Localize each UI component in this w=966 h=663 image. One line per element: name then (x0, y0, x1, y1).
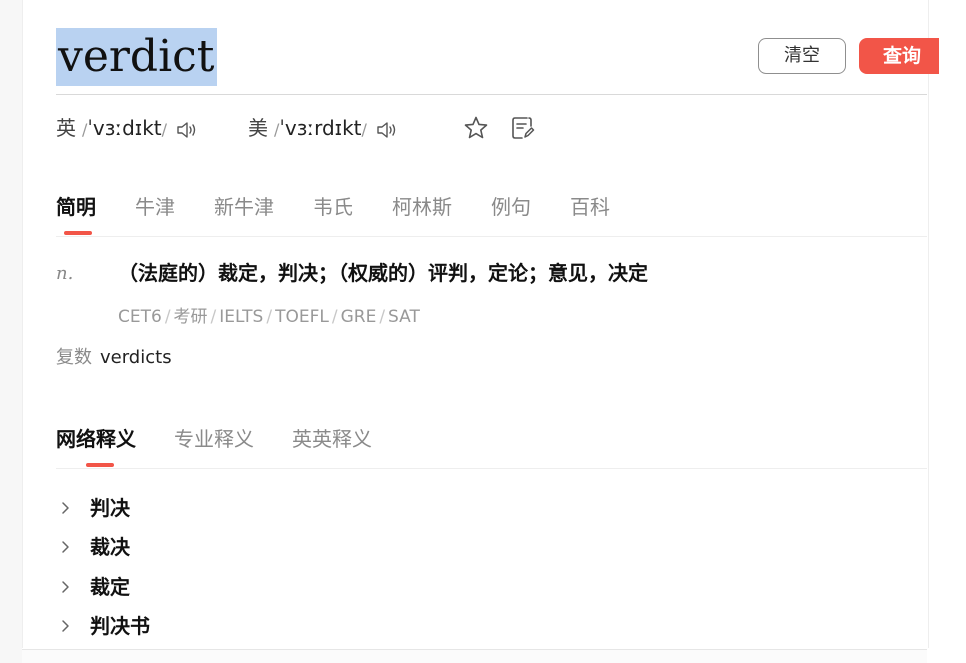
exam-tags: CET6/考研 / IELTS / TOEFL / GRE / SAT (118, 307, 420, 327)
chevron-right-icon (62, 502, 69, 514)
meaning-tabs: 网络释义 专业释义 英英释义 (56, 422, 410, 458)
phonetic-uk: 英/ˈvɜːdɪkt/ (56, 112, 199, 144)
list-item[interactable]: 判决 (56, 488, 150, 528)
list-item[interactable]: 裁定 (56, 567, 150, 607)
dictionary-tabs: 简明 牛津 新牛津 韦氏 柯林斯 例句 百科 (56, 190, 649, 226)
left-gutter (0, 0, 22, 663)
tab-new-oxford[interactable]: 新牛津 (214, 190, 274, 226)
star-icon[interactable] (463, 115, 489, 141)
exam-tag: TOEFL (275, 307, 329, 327)
plural-value: verdicts (100, 347, 172, 368)
list-item[interactable]: 判决书 (56, 607, 150, 647)
phonetic-uk-ipa: ˈvɜːdɪkt (87, 116, 162, 140)
search-button[interactable]: 查询 (859, 38, 939, 74)
exam-tag: GRE (340, 307, 377, 327)
exam-tag: CET6 (118, 307, 162, 327)
speaker-us-icon[interactable] (375, 119, 399, 141)
list-item-label: 裁决 (90, 535, 130, 560)
search-input[interactable]: verdict (56, 28, 217, 86)
dictionary-page: verdict 清空 查询 英/ˈvɜːdɪkt/ 美/ˈvɜːrdɪkt/ 简… (0, 0, 966, 663)
phonetic-uk-region: 英 (56, 116, 76, 140)
tab-collins[interactable]: 柯林斯 (392, 190, 452, 226)
speaker-uk-icon[interactable] (175, 119, 199, 141)
active-tab-indicator (64, 231, 92, 235)
tab-jianming[interactable]: 简明 (56, 190, 96, 226)
tab-web-meanings[interactable]: 网络释义 (56, 422, 136, 458)
tab-professional-meanings[interactable]: 专业释义 (174, 422, 254, 458)
list-item[interactable]: 裁决 (56, 528, 150, 568)
chevron-right-icon (62, 541, 69, 553)
phonetic-us-ipa: ˈvɜːrdɪkt (279, 116, 362, 140)
tab-oxford[interactable]: 牛津 (135, 190, 175, 226)
meaning-tabs-divider (56, 468, 927, 469)
web-meanings-list: 判决 裁决 裁定 判决书 (56, 488, 150, 646)
plural-label: 复数 (56, 347, 92, 368)
chevron-right-icon (62, 581, 69, 593)
search-underline (56, 94, 927, 95)
list-item-label: 裁定 (90, 574, 130, 599)
phonetic-us: 美/ˈvɜːrdɪkt/ (248, 112, 399, 144)
chevron-right-icon (62, 620, 69, 632)
tab-webster[interactable]: 韦氏 (313, 190, 353, 226)
exam-tag: 考研 (173, 307, 208, 327)
exam-tag: SAT (388, 307, 420, 327)
list-item-label: 判决 (90, 495, 130, 520)
definition-text: （法庭的）裁定，判决；（权威的）评判，定论；意见，决定 (118, 261, 648, 285)
plural-form: 复数 verdicts (56, 344, 172, 372)
phonetic-us-region: 美 (248, 116, 268, 140)
clear-button[interactable]: 清空 (758, 38, 846, 74)
active-meaning-tab-indicator (86, 463, 114, 467)
list-item-label: 判决书 (90, 614, 150, 639)
bottom-panel-edge (22, 649, 927, 663)
part-of-speech: n. (56, 263, 74, 284)
exam-tag: IELTS (219, 307, 264, 327)
tab-encyclopedia[interactable]: 百科 (570, 190, 610, 226)
tabs-divider (56, 236, 927, 237)
tab-english-english[interactable]: 英英释义 (292, 422, 372, 458)
tab-examples[interactable]: 例句 (491, 190, 531, 226)
notebook-icon[interactable] (510, 115, 536, 141)
